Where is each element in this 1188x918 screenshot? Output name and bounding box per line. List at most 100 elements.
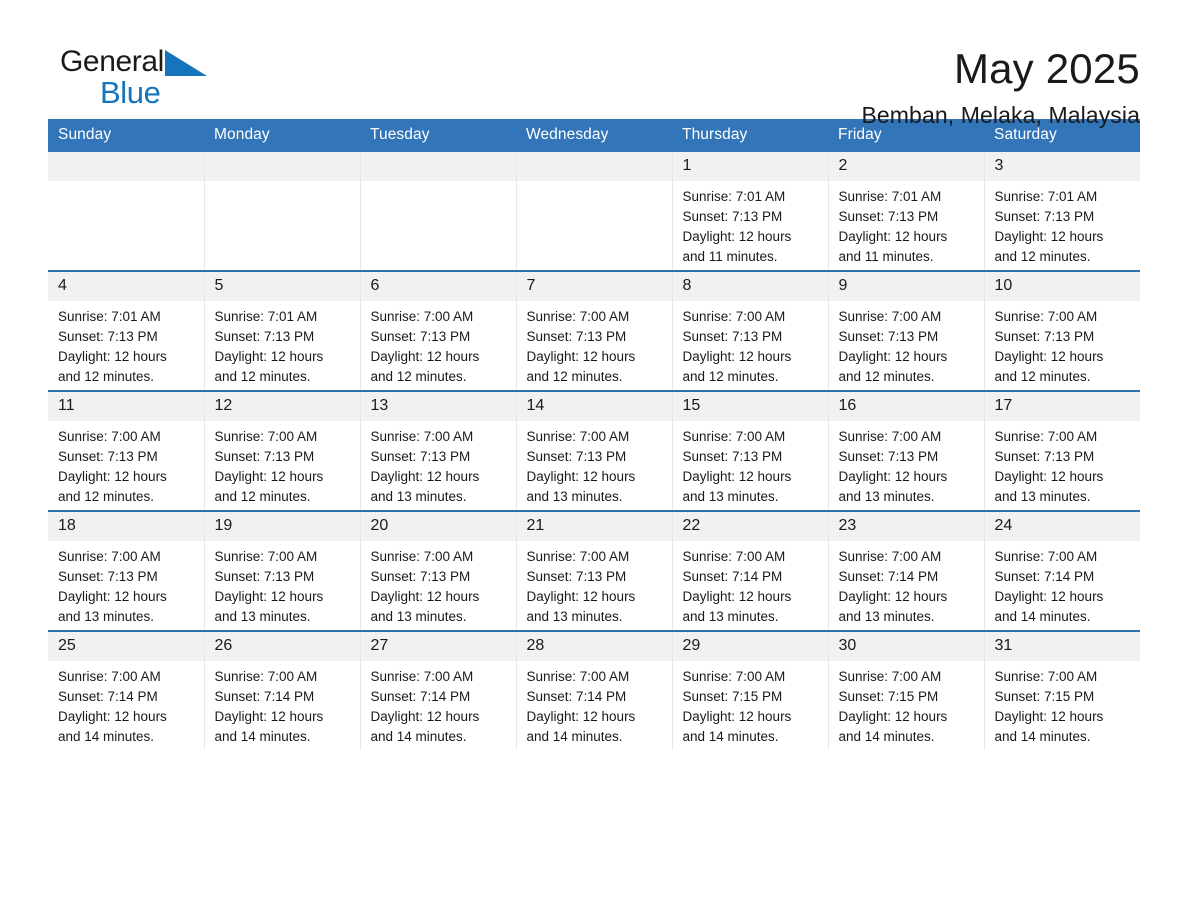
calendar-day-cell[interactable]: 18 Sunrise: 7:00 AM Sunset: 7:13 PM Dayligh… — [48, 510, 205, 631]
daylight-text-line2: and 14 minutes. — [214, 729, 311, 744]
weekday-header-wednesday: Wednesday — [516, 119, 672, 152]
day-details: Sunrise: 7:00 AM Sunset: 7:14 PM Daylight:… — [673, 541, 828, 627]
calendar-day-cell[interactable]: 23 Sunrise: 7:00 AM Sunset: 7:14 PM Dayligh… — [828, 510, 985, 631]
calendar-day-cell[interactable]: 15 Sunrise: 7:00 AM Sunset: 7:13 PM Dayligh… — [672, 390, 829, 511]
calendar-day-cell[interactable]: 7 Sunrise: 7:00 AM Sunset: 7:13 PM Daylight… — [516, 270, 673, 391]
calendar-week-row: 11 Sunrise: 7:00 AM Sunset: 7:13 PM Dayligh… — [48, 390, 1140, 511]
day-details: Sunrise: 7:00 AM Sunset: 7:13 PM Daylight:… — [985, 301, 1141, 387]
sunrise-sunset-calendar: Sunday Monday Tuesday Wednesday Thursday… — [48, 119, 1140, 750]
calendar-day-cell[interactable]: 4 Sunrise: 7:01 AM Sunset: 7:13 PM Daylight… — [48, 270, 205, 391]
daylight-text-line2: and 13 minutes. — [214, 609, 311, 624]
daylight-text-line2: and 14 minutes. — [994, 609, 1091, 624]
daylight-text-line1: Daylight: 12 hours — [370, 469, 480, 484]
daylight-text-line2: and 14 minutes. — [838, 729, 935, 744]
calendar-day-cell[interactable]: 10 Sunrise: 7:00 AM Sunset: 7:13 PM Dayligh… — [984, 270, 1141, 391]
day-number: 6 — [360, 272, 516, 301]
daylight-text-line1: Daylight: 12 hours — [682, 229, 792, 244]
calendar-day-cell[interactable]: 3 Sunrise: 7:01 AM Sunset: 7:13 PM Daylight… — [984, 152, 1140, 271]
daylight-text-line1: Daylight: 12 hours — [838, 229, 948, 244]
day-details: Sunrise: 7:00 AM Sunset: 7:13 PM Daylight:… — [205, 541, 360, 627]
calendar-day-cell[interactable]: 30 Sunrise: 7:00 AM Sunset: 7:15 PM Dayligh… — [828, 630, 985, 750]
sunset-text: Sunset: 7:13 PM — [994, 209, 1095, 224]
day-details: Sunrise: 7:00 AM Sunset: 7:13 PM Daylight:… — [517, 541, 672, 627]
day-number: 1 — [672, 152, 828, 181]
calendar-day-cell[interactable]: 11 Sunrise: 7:00 AM Sunset: 7:13 PM Dayligh… — [48, 390, 205, 511]
daylight-text-line1: Daylight: 12 hours — [58, 349, 167, 364]
day-number: 8 — [672, 272, 828, 301]
sunrise-text: Sunrise: 7:00 AM — [214, 669, 318, 684]
sunrise-text: Sunrise: 7:00 AM — [526, 669, 630, 684]
daylight-text-line2: and 12 minutes. — [370, 369, 467, 384]
day-details: Sunrise: 7:00 AM Sunset: 7:14 PM Daylight:… — [205, 661, 360, 747]
calendar-day-cell[interactable]: 16 Sunrise: 7:00 AM Sunset: 7:13 PM Dayligh… — [828, 390, 985, 511]
calendar-body: 1 Sunrise: 7:01 AM Sunset: 7:13 PM Daylight… — [48, 152, 1140, 750]
daylight-text-line2: and 14 minutes. — [682, 729, 779, 744]
daylight-text-line2: and 13 minutes. — [58, 609, 155, 624]
day-number: 22 — [672, 512, 828, 541]
day-number: 12 — [204, 392, 360, 421]
calendar-day-cell[interactable]: 8 Sunrise: 7:00 AM Sunset: 7:13 PM Daylight… — [672, 270, 829, 391]
calendar-day-cell[interactable]: 14 Sunrise: 7:00 AM Sunset: 7:13 PM Dayligh… — [516, 390, 673, 511]
day-number: 13 — [360, 392, 516, 421]
sunrise-text: Sunrise: 7:00 AM — [994, 669, 1098, 684]
day-number: 5 — [204, 272, 360, 301]
daylight-text-line2: and 12 minutes. — [214, 489, 311, 504]
sunset-text: Sunset: 7:14 PM — [214, 689, 315, 704]
daylight-text-line2: and 13 minutes. — [370, 609, 467, 624]
sunrise-text: Sunrise: 7:00 AM — [214, 549, 318, 564]
sunset-text: Sunset: 7:13 PM — [526, 569, 627, 584]
day-details: Sunrise: 7:00 AM Sunset: 7:13 PM Daylight:… — [361, 421, 516, 507]
daylight-text-line2: and 13 minutes. — [370, 489, 467, 504]
day-number: 17 — [984, 392, 1140, 421]
calendar-day-cell[interactable]: 28 Sunrise: 7:00 AM Sunset: 7:14 PM Dayligh… — [516, 630, 673, 750]
calendar-day-cell[interactable]: 29 Sunrise: 7:00 AM Sunset: 7:15 PM Dayligh… — [672, 630, 829, 750]
sunset-text: Sunset: 7:13 PM — [682, 449, 783, 464]
sunset-text: Sunset: 7:14 PM — [682, 569, 783, 584]
sunset-text: Sunset: 7:13 PM — [214, 329, 315, 344]
daylight-text-line1: Daylight: 12 hours — [682, 589, 792, 604]
sunrise-text: Sunrise: 7:00 AM — [994, 309, 1098, 324]
logo-top-row: General — [60, 42, 218, 78]
calendar-day-cell[interactable]: 22 Sunrise: 7:00 AM Sunset: 7:14 PM Dayligh… — [672, 510, 829, 631]
calendar-day-cell[interactable]: 2 Sunrise: 7:01 AM Sunset: 7:13 PM Daylight… — [828, 152, 985, 271]
daylight-text-line1: Daylight: 12 hours — [838, 469, 948, 484]
daylight-text-line1: Daylight: 12 hours — [370, 709, 480, 724]
daylight-text-line1: Daylight: 12 hours — [526, 469, 636, 484]
day-number: 29 — [672, 632, 828, 661]
calendar-day-cell[interactable]: 13 Sunrise: 7:00 AM Sunset: 7:13 PM Dayligh… — [360, 390, 517, 511]
day-details: Sunrise: 7:00 AM Sunset: 7:13 PM Daylight:… — [48, 421, 204, 507]
calendar-day-cell[interactable]: 5 Sunrise: 7:01 AM Sunset: 7:13 PM Daylight… — [204, 270, 361, 391]
daylight-text-line2: and 13 minutes. — [994, 489, 1091, 504]
daylight-text-line2: and 14 minutes. — [370, 729, 467, 744]
calendar-day-cell[interactable]: 31 Sunrise: 7:00 AM Sunset: 7:15 PM Dayligh… — [984, 630, 1141, 750]
sunset-text: Sunset: 7:13 PM — [58, 449, 158, 464]
daylight-text-line1: Daylight: 12 hours — [58, 589, 167, 604]
calendar-day-cell[interactable]: 21 Sunrise: 7:00 AM Sunset: 7:13 PM Dayligh… — [516, 510, 673, 631]
calendar-day-cell[interactable]: 19 Sunrise: 7:00 AM Sunset: 7:13 PM Dayligh… — [204, 510, 361, 631]
sunrise-text: Sunrise: 7:00 AM — [526, 309, 630, 324]
calendar-day-cell[interactable]: 17 Sunrise: 7:00 AM Sunset: 7:13 PM Dayligh… — [984, 390, 1140, 511]
calendar-day-cell[interactable]: 26 Sunrise: 7:00 AM Sunset: 7:14 PM Dayligh… — [204, 630, 361, 750]
weekday-header-tuesday: Tuesday — [360, 119, 516, 152]
calendar-day-cell[interactable]: 1 Sunrise: 7:01 AM Sunset: 7:13 PM Daylight… — [672, 152, 829, 271]
sunrise-text: Sunrise: 7:00 AM — [994, 549, 1098, 564]
day-details: Sunrise: 7:00 AM Sunset: 7:13 PM Daylight:… — [48, 541, 204, 627]
calendar-day-cell[interactable]: 27 Sunrise: 7:00 AM Sunset: 7:14 PM Dayligh… — [360, 630, 517, 750]
day-details: Sunrise: 7:00 AM Sunset: 7:15 PM Daylight:… — [829, 661, 984, 747]
daylight-text-line1: Daylight: 12 hours — [994, 709, 1104, 724]
generalblue-logo[interactable]: General Blue — [48, 42, 218, 116]
calendar-day-cell-empty — [48, 152, 205, 271]
sunset-text: Sunset: 7:13 PM — [370, 449, 471, 464]
day-details: Sunrise: 7:00 AM Sunset: 7:15 PM Daylight:… — [985, 661, 1141, 747]
calendar-day-cell[interactable]: 12 Sunrise: 7:00 AM Sunset: 7:13 PM Dayligh… — [204, 390, 361, 511]
sunset-text: Sunset: 7:13 PM — [682, 329, 783, 344]
calendar-day-cell[interactable]: 9 Sunrise: 7:00 AM Sunset: 7:13 PM Daylight… — [828, 270, 985, 391]
calendar-day-cell[interactable]: 24 Sunrise: 7:00 AM Sunset: 7:14 PM Dayligh… — [984, 510, 1140, 631]
calendar-day-cell[interactable]: 25 Sunrise: 7:00 AM Sunset: 7:14 PM Dayligh… — [48, 630, 205, 750]
daylight-text-line1: Daylight: 12 hours — [994, 589, 1104, 604]
day-number: 14 — [516, 392, 672, 421]
calendar-day-cell[interactable]: 20 Sunrise: 7:00 AM Sunset: 7:13 PM Dayligh… — [360, 510, 517, 631]
calendar-day-cell[interactable]: 6 Sunrise: 7:00 AM Sunset: 7:13 PM Daylight… — [360, 270, 517, 391]
daylight-text-line2: and 12 minutes. — [58, 489, 155, 504]
day-number — [204, 152, 360, 181]
